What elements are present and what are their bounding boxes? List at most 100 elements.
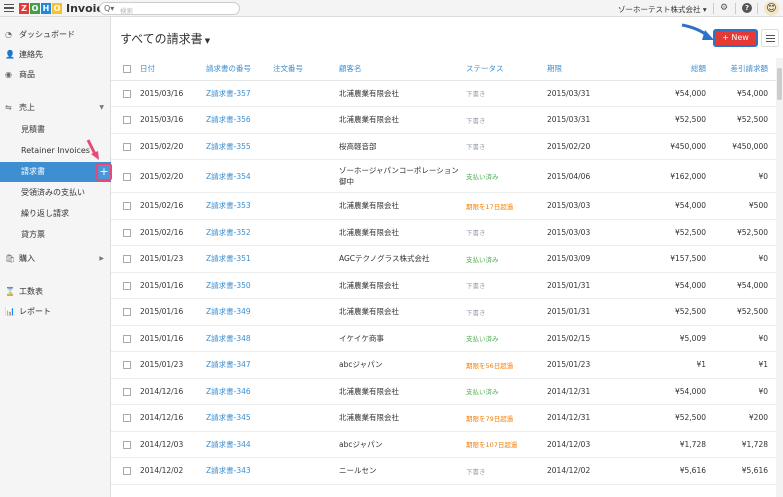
sidebar-item-estimates[interactable]: 見積書 [0,120,111,140]
table-row[interactable]: 2014/12/16 Z請求書-346 北浦農業有限会社 支払い済み 2014/12/3… [111,378,776,405]
cell-invoice-number[interactable]: Z請求書-350 [206,272,273,299]
cell-invoice-number[interactable]: Z請求書-345 [206,404,273,432]
cell-invoice-number[interactable]: Z請求書-349 [206,298,273,326]
row-checkbox[interactable] [111,272,140,299]
row-checkbox[interactable] [111,298,140,326]
sidebar-item-items[interactable]: ◉ 商品 [0,65,111,85]
invoice-link[interactable]: Z請求書-343 [206,466,251,475]
add-invoice-button[interactable]: + [96,163,112,181]
table-row[interactable]: 2015/01/16 Z請求書-350 北浦農業有限会社 下書き 2015/01/31 ¥… [111,272,776,299]
invoice-link[interactable]: Z請求書-350 [206,281,251,290]
cell-invoice-number[interactable]: Z請求書-346 [206,378,273,405]
column-header-order-number[interactable]: 注文番号 [273,58,339,81]
sidebar-item-timesheet[interactable]: ⌛ 工数表 [0,282,111,302]
cell-invoice-number[interactable]: Z請求書-351 [206,245,273,273]
cell-invoice-number[interactable]: Z請求書-353 [206,192,273,220]
row-checkbox[interactable] [111,159,140,193]
column-header-due-date[interactable]: 期限 [547,58,632,81]
sidebar-item-reports[interactable]: 📊 レポート [0,302,111,322]
table-row[interactable]: 2015/02/20 Z請求書-354 ゾーホージャパンコーポレーション御中 支払い済… [111,159,776,193]
sidebar-item-payments-received[interactable]: 受領済みの支払い [0,183,111,203]
cell-invoice-number[interactable]: Z請求書-347 [206,351,273,379]
column-header-status[interactable]: ステータス [466,58,547,81]
table-row[interactable]: 2015/01/16 Z請求書-349 北浦農業有限会社 下書き 2015/01/31 ¥… [111,298,776,326]
sidebar-item-credit-notes[interactable]: 貸方票 [0,225,111,245]
row-checkbox[interactable] [111,133,140,160]
sidebar-item-contacts[interactable]: 👤 連絡先 [0,45,111,65]
row-checkbox[interactable] [111,106,140,134]
search-scope-icon[interactable]: Q▾ [104,4,114,13]
cell-invoice-number[interactable]: Z請求書-352 [206,219,273,246]
row-checkbox[interactable] [111,378,140,405]
table-row[interactable]: 2015/02/16 Z請求書-353 北浦農業有限会社 期限を17日超過 2015/0… [111,192,776,220]
invoice-link[interactable]: Z請求書-349 [206,307,251,316]
help-icon[interactable]: ? [742,3,752,13]
select-all-checkbox[interactable] [111,58,140,81]
invoice-link[interactable]: Z請求書-351 [206,254,251,263]
invoice-link[interactable]: Z請求書-357 [206,89,251,98]
row-checkbox[interactable] [111,219,140,246]
table-row[interactable]: 2015/01/16 Z請求書-348 イケイケ商事 支払い済み 2015/02/15 ¥… [111,325,776,352]
sidebar-item-sales[interactable]: ⇋ 売上 ▼ [0,98,111,118]
list-menu-button[interactable] [761,29,779,47]
table-row[interactable]: 2014/12/02 Z請求書-343 ニールセン 下書き 2014/12/02 ¥5,6… [111,457,776,485]
cell-invoice-number[interactable]: Z請求書-344 [206,431,273,458]
row-checkbox[interactable] [111,431,140,458]
new-invoice-button[interactable]: + New [713,29,758,47]
table-row[interactable]: 2014/12/03 Z請求書-344 abcジャパン 期限を107日超過 2014/1… [111,431,776,458]
sidebar-item-recurring-invoices[interactable]: 繰り返し請求 [0,204,111,224]
invoice-link[interactable]: Z請求書-347 [206,360,251,369]
invoice-link[interactable]: Z請求書-344 [206,440,251,449]
column-header-date[interactable]: 日付 [140,58,206,81]
table-row[interactable]: 2015/01/23 Z請求書-351 AGCテクノグラス株式会社 支払い済み 2015… [111,245,776,273]
table-row[interactable]: 2015/03/16 Z請求書-356 北浦農業有限会社 下書き 2015/03/31 ¥… [111,106,776,134]
cell-order-number [273,351,339,379]
invoice-link[interactable]: Z請求書-355 [206,142,251,151]
row-checkbox[interactable] [111,245,140,273]
table-row[interactable]: 2015/01/23 Z請求書-347 abcジャパン 期限を56日超過 2015/01… [111,351,776,379]
cell-invoice-number[interactable]: Z請求書-357 [206,80,273,107]
invoice-link[interactable]: Z請求書-356 [206,115,251,124]
avatar[interactable]: 😊 [764,1,779,16]
page-title[interactable]: すべての請求書 ▼ [120,30,210,47]
row-checkbox[interactable] [111,80,140,107]
invoice-link[interactable]: Z請求書-354 [206,172,251,181]
invoice-link[interactable]: Z請求書-353 [206,201,251,210]
row-checkbox[interactable] [111,325,140,352]
cell-invoice-number[interactable]: Z請求書-356 [206,106,273,134]
table-row[interactable]: 2015/03/16 Z請求書-357 北浦農業有限会社 下書き 2015/03/31 ¥… [111,80,776,107]
zoho-invoice-logo[interactable]: Z O H O Invoice [19,2,110,15]
scrollbar-thumb[interactable] [777,68,782,100]
row-checkbox[interactable] [111,192,140,220]
table-row[interactable]: 2014/12/16 Z請求書-345 北浦農業有限会社 期限を79日超過 2014/1… [111,404,776,432]
column-header-balance[interactable]: 差引請求額 [706,58,776,81]
cell-invoice-number[interactable]: Z請求書-343 [206,457,273,485]
column-header-customer[interactable]: 顧客名 [339,58,466,81]
table-row[interactable]: 2015/02/16 Z請求書-352 北浦農業有限会社 下書き 2015/03/03 ¥… [111,219,776,246]
cell-invoice-number[interactable]: Z請求書-348 [206,325,273,352]
cell-balance: ¥52,500 [706,106,776,134]
row-checkbox[interactable] [111,457,140,485]
sidebar-item-dashboard[interactable]: ◔ ダッシュボード [0,25,111,45]
sidebar-item-invoices[interactable]: 請求書 [0,162,111,182]
invoice-link[interactable]: Z請求書-345 [206,413,251,422]
cell-invoice-number[interactable]: Z請求書-354 [206,159,273,193]
cell-order-number [273,192,339,220]
cell-invoice-number[interactable]: Z請求書-355 [206,133,273,160]
invoice-link[interactable]: Z請求書-348 [206,334,251,343]
scrollbar[interactable] [776,58,783,497]
sidebar-item-purchases[interactable]: 🛍 購入 ▶ [0,249,111,269]
invoice-link[interactable]: Z請求書-352 [206,228,251,237]
table-row[interactable]: 2015/02/20 Z請求書-355 桜高軽音部 下書き 2015/02/20 ¥450… [111,133,776,160]
column-header-total[interactable]: 総額 [632,58,706,81]
logo-tile: Z [19,3,29,14]
row-checkbox[interactable] [111,351,140,379]
row-checkbox[interactable] [111,404,140,432]
organization-switcher[interactable]: ゾーホーテスト株式会社 ▾ [618,4,707,15]
search-input[interactable]: Q▾ 検索 [99,2,240,15]
gear-icon[interactable]: ⚙ [720,3,728,13]
cell-total: ¥5,009 [632,325,706,352]
hamburger-menu-icon[interactable] [4,4,14,13]
invoice-link[interactable]: Z請求書-346 [206,387,251,396]
column-header-invoice-number[interactable]: 請求書の番号 [206,58,273,81]
